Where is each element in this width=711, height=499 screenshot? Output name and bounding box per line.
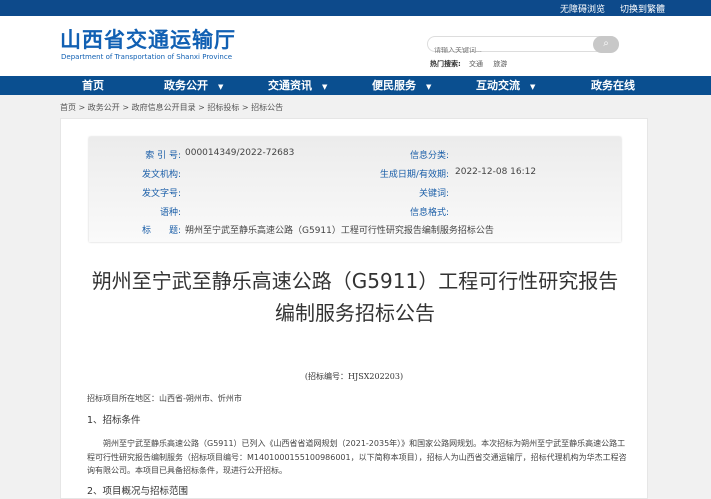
nav-label: 首页 [82,79,104,92]
index-value: 000014349/2022-72683 [185,148,295,158]
nav-home[interactable]: 首页 [82,76,104,95]
keywords-label: 关键词: [418,189,449,199]
title-label: 标 题: [141,226,181,236]
nav-online[interactable]: 政务在线 [591,76,635,95]
format-label: 信息格式: [409,208,449,218]
index-label: 索 引 号: [145,151,181,161]
nav-label: 互动交流 [476,79,520,92]
section-heading: 2、项目概况与招标范围 [87,486,189,497]
title-value: 朔州至宁武至静乐高速公路（G5911）工程可行性研究报告编制服务招标公告 [185,226,494,236]
paragraph: 朔州至宁武至静乐高速公路（G5911）已列入《山西省省道网规划（2021-203… [87,439,627,475]
docno-label: 发文字号: [141,189,181,199]
hot-search-link[interactable]: 旅游 [493,60,507,68]
nav-traffic-news[interactable]: 交通资讯 ▼ [268,76,327,97]
hot-search-link[interactable]: 交通 [469,60,483,68]
nav-label: 交通资讯 [268,79,312,92]
accessible-browse-link[interactable]: 无障碍浏览 [560,2,605,15]
top-bar: 无障碍浏览 切换到繁體 [0,0,711,16]
tender-code: (招标编号：HJSX202203) [304,372,404,381]
search-input[interactable] [434,47,584,54]
chevron-down-icon: ▼ [530,83,536,91]
breadcrumb[interactable]: 首页 > 政务公开 > 政府信息公开目录 > 招标投标 > 招标公告 [60,102,283,113]
logo-subtitle: Department of Transportation of Shanxi P… [61,53,233,61]
date-value: 2022-12-08 16:12 [455,167,537,177]
hot-search-label: 热门搜索: [430,60,461,68]
chevron-down-icon: ▼ [322,83,328,91]
search-box: ⌕ [427,36,619,54]
chevron-down-icon: ▼ [426,83,432,91]
nav-services[interactable]: 便民服务 ▼ [372,76,431,97]
search-button[interactable]: ⌕ [593,36,619,53]
header: 山西省交通运输厅 Department of Transportation of… [0,16,711,76]
lang-label: 语种: [159,208,181,218]
content-panel: 索 引 号: 000014349/2022-72683 信息分类: 发文机构: 生成日… [60,118,648,499]
search-icon: ⌕ [603,38,609,49]
nav-interaction[interactable]: 互动交流 ▼ [476,76,535,97]
nav-label: 政务在线 [591,79,635,92]
chevron-down-icon: ▼ [218,83,224,91]
org-label: 发文机构: [141,170,181,180]
meta-info-box: 索 引 号: 000014349/2022-72683 信息分类: 发文机构: 生成日… [89,137,621,242]
main-nav: 首页 政务公开 ▼ 交通资讯 ▼ 便民服务 ▼ 互动交流 ▼ 政务在线 [0,76,711,95]
nav-label: 政务公开 [164,79,208,92]
logo-title[interactable]: 山西省交通运输厅 [60,24,236,54]
category-label: 信息分类: [409,151,449,161]
project-location: 招标项目所在地区：山西省-朔州市、忻州市 [87,394,242,403]
date-label: 生成日期/有效期: [379,170,449,180]
hot-search: 热门搜索: 交通 旅游 [430,59,515,69]
article-title: 朔州至宁武至静乐高速公路（G5911）工程可行性研究报告编制服务招标公告 [91,269,619,325]
section-heading: 1、招标条件 [87,415,141,426]
traditional-chinese-link[interactable]: 切换到繁體 [620,2,665,15]
nav-gov-affairs[interactable]: 政务公开 ▼ [164,76,223,97]
nav-label: 便民服务 [372,79,416,92]
